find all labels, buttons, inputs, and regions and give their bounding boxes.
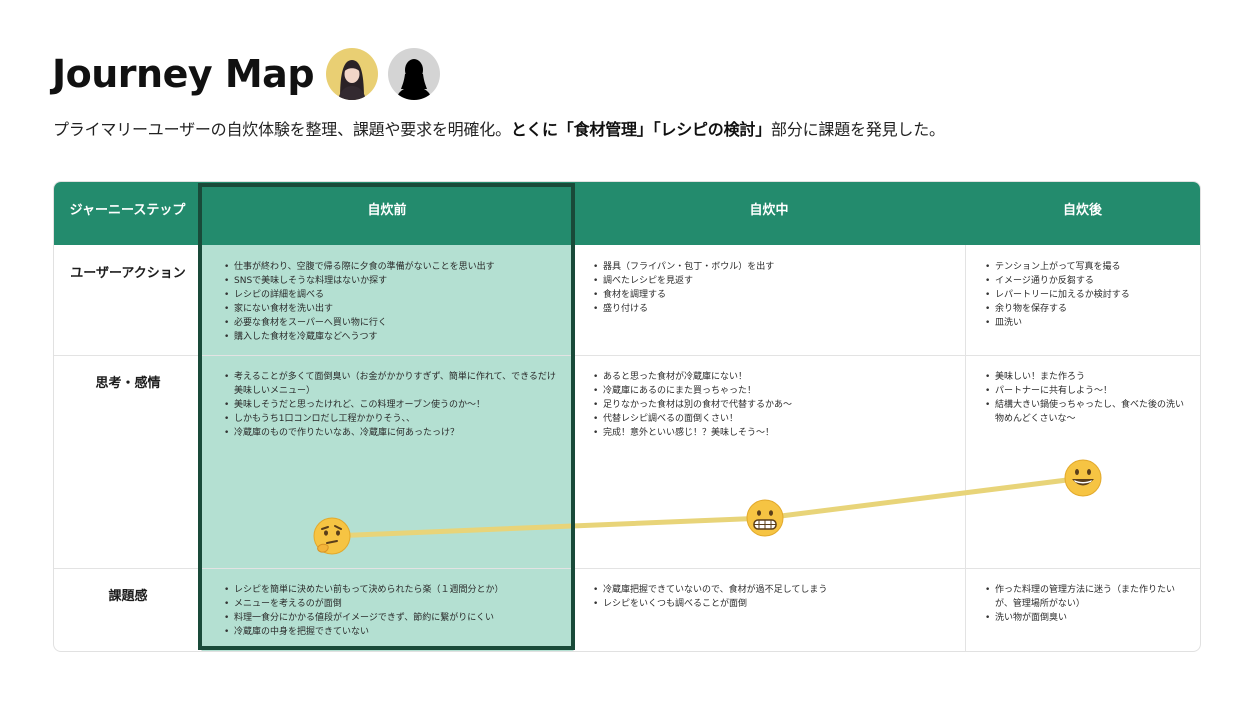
page-title: Journey Map bbox=[52, 52, 315, 96]
thinking-face-icon bbox=[312, 516, 352, 556]
page-header: Journey Map bbox=[52, 44, 441, 104]
journey-map-table: ジャーニーステップ 自炊前 自炊中 自炊後 ユーザーアクション 思考・感情 課題… bbox=[53, 181, 1201, 652]
subtitle-bold: とくに「食材管理」「レシピの検討」 bbox=[510, 120, 772, 139]
subtitle-end: 部分に課題を発見した。 bbox=[771, 120, 945, 139]
subtitle-plain: プライマリーユーザーの自炊体験を整理、課題や要求を明確化。 bbox=[53, 120, 511, 139]
avatar-silhouette bbox=[388, 48, 441, 100]
emotion-curve bbox=[329, 475, 1086, 539]
grinning-face-icon bbox=[1063, 458, 1103, 498]
grimacing-face-icon bbox=[745, 498, 785, 538]
page-subtitle: プライマリーユーザーの自炊体験を整理、課題や要求を明確化。とくに「食材管理」「レ… bbox=[53, 116, 945, 140]
avatar-photo bbox=[326, 48, 379, 100]
